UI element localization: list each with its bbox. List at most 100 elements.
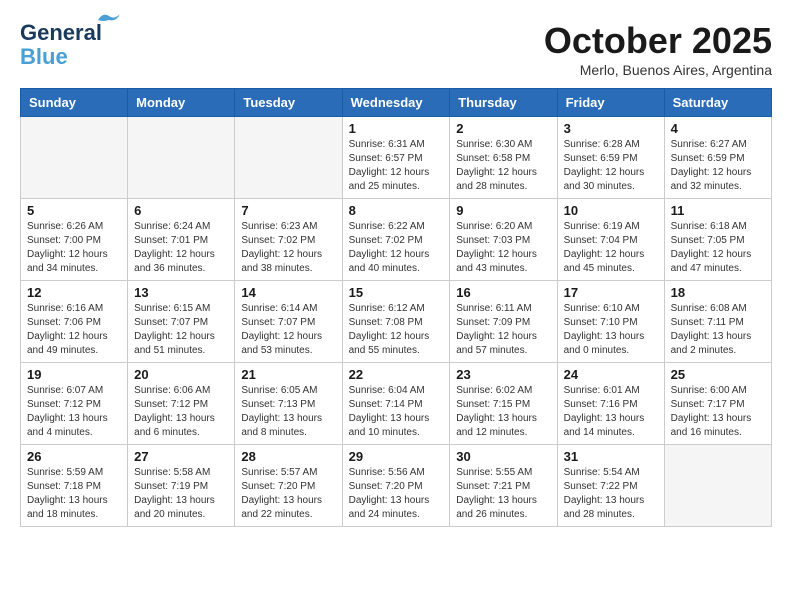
day-number: 28 (241, 449, 335, 464)
table-row: 8 Sunrise: 6:22 AM Sunset: 7:02 PM Daylig… (342, 199, 450, 281)
day-number: 8 (349, 203, 444, 218)
day-number: 1 (349, 121, 444, 136)
day-number: 25 (671, 367, 765, 382)
table-row: 22 Sunrise: 6:04 AM Sunset: 7:14 PM Dayli… (342, 363, 450, 445)
day-info: Sunrise: 6:19 AM Sunset: 7:04 PM Dayligh… (564, 220, 658, 276)
header-sunday: Sunday (21, 89, 128, 117)
month-title: October 2025 (544, 20, 772, 62)
table-row: 9Sunrise: 6:20 AM Sunset: 7:03 PM Daylig… (450, 199, 557, 281)
day-info: Sunrise: 6:26 AM Sunset: 7:00 PM Dayligh… (27, 220, 121, 276)
table-row: 17 Sunrise: 6:10 AM Sunset: 7:10 PM Dayli… (557, 281, 664, 363)
table-row (21, 117, 128, 199)
table-row: 26 Sunrise: 5:59 AM Sunset: 7:18 PM Dayli… (21, 445, 128, 527)
day-info: Sunrise: 6:28 AM Sunset: 6:59 PM Dayligh… (564, 138, 658, 194)
day-number: 4 (671, 121, 765, 136)
table-row: 11Sunrise: 6:18 AM Sunset: 7:05 PM Dayli… (664, 199, 771, 281)
header-friday: Friday (557, 89, 664, 117)
day-info: Sunrise: 5:57 AM Sunset: 7:20 PM Dayligh… (241, 466, 335, 522)
day-info: Sunrise: 6:06 AM Sunset: 7:12 PM Dayligh… (134, 384, 228, 440)
day-info: Sunrise: 6:31 AM Sunset: 6:57 PM Dayligh… (349, 138, 444, 194)
day-number: 29 (349, 449, 444, 464)
table-row: 15 Sunrise: 6:12 AM Sunset: 7:08 PM Dayli… (342, 281, 450, 363)
day-number: 20 (134, 367, 228, 382)
header-saturday: Saturday (664, 89, 771, 117)
day-info: Sunrise: 6:23 AM Sunset: 7:02 PM Dayligh… (241, 220, 335, 276)
table-row: 27 Sunrise: 5:58 AM Sunset: 7:19 PM Dayli… (128, 445, 235, 527)
day-number: 21 (241, 367, 335, 382)
day-number: 26 (27, 449, 121, 464)
table-row: 13 Sunrise: 6:15 AM Sunset: 7:07 PM Dayli… (128, 281, 235, 363)
day-info: Sunrise: 6:16 AM Sunset: 7:06 PM Dayligh… (27, 302, 121, 358)
day-info: Sunrise: 6:00 AM Sunset: 7:17 PM Dayligh… (671, 384, 765, 440)
table-row: 28 Sunrise: 5:57 AM Sunset: 7:20 PM Dayli… (235, 445, 342, 527)
table-row: 12 Sunrise: 6:16 AM Sunset: 7:06 PM Dayli… (21, 281, 128, 363)
day-info: Sunrise: 5:55 AM Sunset: 7:21 PM Dayligh… (456, 466, 550, 522)
day-number: 17 (564, 285, 658, 300)
location-subtitle: Merlo, Buenos Aires, Argentina (544, 62, 772, 78)
calendar-week-row: 26 Sunrise: 5:59 AM Sunset: 7:18 PM Dayli… (21, 445, 772, 527)
day-number: 14 (241, 285, 335, 300)
table-row: 19Sunrise: 6:07 AM Sunset: 7:12 PM Dayli… (21, 363, 128, 445)
table-row: 20 Sunrise: 6:06 AM Sunset: 7:12 PM Dayli… (128, 363, 235, 445)
calendar-week-row: 12 Sunrise: 6:16 AM Sunset: 7:06 PM Dayli… (21, 281, 772, 363)
day-number: 31 (564, 449, 658, 464)
day-info: Sunrise: 6:27 AM Sunset: 6:59 PM Dayligh… (671, 138, 765, 194)
calendar-week-row: 5 Sunrise: 6:26 AM Sunset: 7:00 PM Daylig… (21, 199, 772, 281)
day-number: 11 (671, 203, 765, 218)
table-row: 1 Sunrise: 6:31 AM Sunset: 6:57 PM Daylig… (342, 117, 450, 199)
day-number: 3 (564, 121, 658, 136)
day-info: Sunrise: 5:58 AM Sunset: 7:19 PM Dayligh… (134, 466, 228, 522)
day-number: 22 (349, 367, 444, 382)
table-row: 25 Sunrise: 6:00 AM Sunset: 7:17 PM Dayli… (664, 363, 771, 445)
day-number: 19 (27, 367, 121, 382)
day-info: Sunrise: 6:30 AM Sunset: 6:58 PM Dayligh… (456, 138, 550, 194)
logo-blue: Blue (20, 44, 68, 70)
title-area: October 2025 Merlo, Buenos Aires, Argent… (544, 20, 772, 78)
day-info: Sunrise: 6:14 AM Sunset: 7:07 PM Dayligh… (241, 302, 335, 358)
table-row: 24 Sunrise: 6:01 AM Sunset: 7:16 PM Dayli… (557, 363, 664, 445)
day-info: Sunrise: 6:01 AM Sunset: 7:16 PM Dayligh… (564, 384, 658, 440)
logo-general: General (20, 20, 102, 45)
table-row: 10 Sunrise: 6:19 AM Sunset: 7:04 PM Dayli… (557, 199, 664, 281)
day-number: 18 (671, 285, 765, 300)
day-number: 7 (241, 203, 335, 218)
day-info: Sunrise: 5:56 AM Sunset: 7:20 PM Dayligh… (349, 466, 444, 522)
day-number: 10 (564, 203, 658, 218)
day-number: 12 (27, 285, 121, 300)
day-info: Sunrise: 6:04 AM Sunset: 7:14 PM Dayligh… (349, 384, 444, 440)
weekday-header-row: Sunday Monday Tuesday Wednesday Thursday… (21, 89, 772, 117)
day-info: Sunrise: 6:15 AM Sunset: 7:07 PM Dayligh… (134, 302, 228, 358)
calendar-week-row: 1 Sunrise: 6:31 AM Sunset: 6:57 PM Daylig… (21, 117, 772, 199)
day-info: Sunrise: 6:05 AM Sunset: 7:13 PM Dayligh… (241, 384, 335, 440)
day-info: Sunrise: 6:10 AM Sunset: 7:10 PM Dayligh… (564, 302, 658, 358)
logo-bird-icon (98, 12, 120, 28)
day-info: Sunrise: 6:12 AM Sunset: 7:08 PM Dayligh… (349, 302, 444, 358)
day-number: 23 (456, 367, 550, 382)
day-info: Sunrise: 5:59 AM Sunset: 7:18 PM Dayligh… (27, 466, 121, 522)
table-row: 4 Sunrise: 6:27 AM Sunset: 6:59 PM Daylig… (664, 117, 771, 199)
table-row: 23Sunrise: 6:02 AM Sunset: 7:15 PM Dayli… (450, 363, 557, 445)
day-number: 16 (456, 285, 550, 300)
day-number: 5 (27, 203, 121, 218)
day-info: Sunrise: 6:22 AM Sunset: 7:02 PM Dayligh… (349, 220, 444, 276)
table-row: 7 Sunrise: 6:23 AM Sunset: 7:02 PM Daylig… (235, 199, 342, 281)
calendar: Sunday Monday Tuesday Wednesday Thursday… (20, 88, 772, 527)
header-monday: Monday (128, 89, 235, 117)
table-row: 18Sunrise: 6:08 AM Sunset: 7:11 PM Dayli… (664, 281, 771, 363)
header-thursday: Thursday (450, 89, 557, 117)
table-row: 31 Sunrise: 5:54 AM Sunset: 7:22 PM Dayli… (557, 445, 664, 527)
table-row: 30Sunrise: 5:55 AM Sunset: 7:21 PM Dayli… (450, 445, 557, 527)
table-row: 2 Sunrise: 6:30 AM Sunset: 6:58 PM Daylig… (450, 117, 557, 199)
table-row: 14 Sunrise: 6:14 AM Sunset: 7:07 PM Dayli… (235, 281, 342, 363)
table-row: 21 Sunrise: 6:05 AM Sunset: 7:13 PM Dayli… (235, 363, 342, 445)
day-number: 9 (456, 203, 550, 218)
day-info: Sunrise: 5:54 AM Sunset: 7:22 PM Dayligh… (564, 466, 658, 522)
day-number: 15 (349, 285, 444, 300)
day-number: 27 (134, 449, 228, 464)
day-number: 13 (134, 285, 228, 300)
day-number: 24 (564, 367, 658, 382)
table-row: 5 Sunrise: 6:26 AM Sunset: 7:00 PM Daylig… (21, 199, 128, 281)
day-number: 2 (456, 121, 550, 136)
table-row (128, 117, 235, 199)
logo: General Blue (20, 20, 102, 70)
